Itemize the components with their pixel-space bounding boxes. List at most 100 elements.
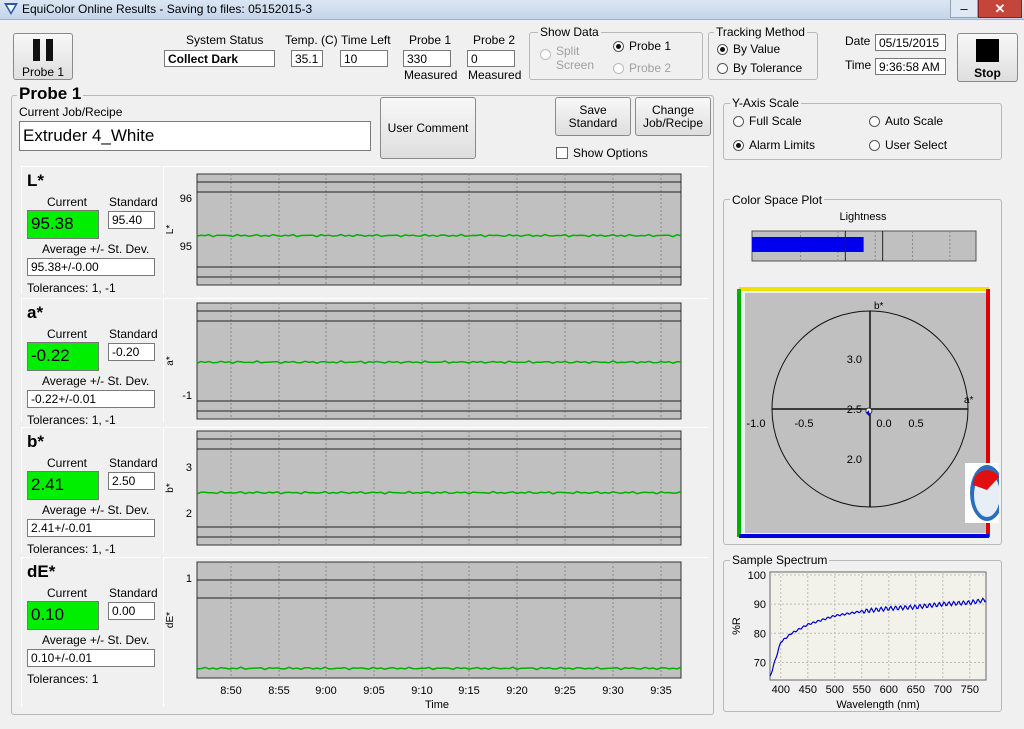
plot-area: [196, 430, 682, 546]
by-value-radio-dot: [717, 44, 728, 55]
y-axis-label: L*: [165, 225, 176, 235]
standard-value[interactable]: -0.20: [108, 343, 155, 361]
split-screen-radio-dot: [540, 49, 551, 60]
time-tick-label: 9:30: [602, 685, 623, 697]
by-tolerance-radio-dot: [717, 63, 728, 74]
time-label: Time: [845, 58, 872, 72]
plot-area: [196, 302, 682, 420]
tracking-method-title: Tracking Method: [714, 25, 807, 39]
close-button[interactable]: ✕: [978, 0, 1022, 18]
by-tolerance-label: By Tolerance: [733, 61, 803, 75]
average-label: Average +/- St. Dev.: [42, 242, 150, 256]
change-job-button[interactable]: Change Job/Recipe: [635, 97, 711, 136]
spectrum-x-tick: 450: [799, 684, 817, 696]
auto-scale-radio-dot: [869, 116, 880, 127]
current-label: Current: [47, 456, 88, 470]
temp-label: Temp. (C): [285, 33, 338, 47]
tolerances-label: Tolerances: 1, -1: [27, 281, 116, 295]
trend-chart: -1 a*: [165, 302, 682, 420]
spectrum-y-tick: 90: [754, 599, 766, 611]
user-select-label: User Select: [885, 138, 948, 152]
probe1-count-field: 330: [403, 50, 451, 67]
a-axis-label: a*: [964, 395, 974, 406]
probe2-count-label: Probe 2: [473, 33, 516, 47]
system-status-field: Collect Dark: [164, 50, 275, 67]
probe2-measured-label: Measured: [468, 68, 522, 82]
spectrum-x-tick: 550: [853, 684, 871, 696]
user-comment-button[interactable]: User Comment: [380, 97, 476, 159]
time-axis: 8:50 8:55 9:00 9:05 9:10 9:15 9:20 9:25 9:30 9:35…: [220, 685, 671, 711]
lightness-title: Lightness: [839, 211, 887, 223]
probe1-count-label: Probe 1: [409, 33, 452, 47]
time-left-field: 10: [340, 50, 388, 67]
spectrum-x-tick: 750: [961, 684, 979, 696]
plot-area: [196, 173, 682, 286]
spectrum-y-tick: 70: [754, 657, 766, 669]
full-scale-label: Full Scale: [749, 114, 802, 128]
standard-value[interactable]: 0.00: [108, 602, 155, 620]
spectrum-x-tick: 600: [880, 684, 898, 696]
spectrum-x-tick: 500: [826, 684, 844, 696]
probe-panel-title: Probe 1: [17, 84, 84, 104]
show-options-label: Show Options: [573, 146, 648, 160]
title-bar: EquiColor Online Results - Saving to fil…: [0, 0, 1024, 20]
standard-value[interactable]: 95.40: [108, 211, 155, 229]
y-tick-label: 3: [186, 462, 192, 474]
minimize-button[interactable]: –: [950, 0, 978, 18]
tolerances-label: Tolerances: 1, -1: [27, 542, 116, 556]
pause-probe-button[interactable]: Probe 1: [13, 33, 73, 80]
standard-label: Standard: [109, 586, 158, 600]
job-field[interactable]: Extruder 4_White: [19, 121, 371, 151]
a-tick-label: 0.0: [876, 418, 891, 430]
y-axis-label: a*: [165, 356, 176, 366]
a-tick-label: 0.5: [908, 418, 923, 430]
current-value: 95.38: [27, 210, 99, 239]
spectrum-x-tick: 700: [934, 684, 952, 696]
spectrum-title: Sample Spectrum: [730, 553, 830, 567]
system-status-label: System Status: [186, 33, 264, 47]
time-tick-label: 9:20: [506, 685, 527, 697]
trend-chart: 3 2 b*: [165, 430, 682, 546]
standard-label: Standard: [109, 456, 158, 470]
time-tick-label: 8:55: [268, 685, 289, 697]
b-axis-label: b*: [874, 301, 884, 312]
ab-color-plot: b* a* -1.0 -0.5 0.0 0.5 3.0 2.5 2.0: [737, 287, 999, 538]
spectrum-x-tick: 650: [907, 684, 925, 696]
standard-label: Standard: [109, 195, 158, 209]
probe-button-label: Probe 1: [21, 65, 65, 79]
show-probe1-radio-dot: [613, 41, 624, 52]
pause-icon: [33, 39, 40, 61]
average-value: -0.22+/-0.01: [27, 390, 155, 408]
time-left-label: Time Left: [341, 33, 391, 47]
date-field: 05/15/2015: [875, 34, 946, 51]
save-standard-button[interactable]: Save Standard: [555, 97, 631, 136]
spectrum-x-label: Wavelength (nm): [836, 699, 919, 710]
time-tick-label: 9:05: [363, 685, 384, 697]
tolerances-label: Tolerances: 1: [27, 672, 99, 686]
alarm-limits-radio-dot: [733, 140, 744, 151]
current-value: 0.10: [27, 601, 99, 630]
b-tick-label: 2.0: [847, 454, 862, 466]
current-value: 2.41: [27, 471, 99, 500]
time-tick-label: 9:15: [458, 685, 479, 697]
metric-name: a*: [27, 303, 44, 322]
b-tick-label: 3.0: [847, 354, 862, 366]
standard-value[interactable]: 2.50: [108, 472, 155, 490]
trend-chart: 96 95 L*: [165, 173, 682, 286]
spectrum-plot-area: [769, 571, 987, 681]
plot-area: [196, 561, 682, 679]
show-probe2-radio-dot: [613, 63, 624, 74]
stop-button[interactable]: Stop: [957, 33, 1018, 82]
app-icon: [4, 3, 18, 15]
time-tick-label: 9:35: [650, 685, 671, 697]
show-probe1-label: Probe 1: [629, 39, 672, 53]
tolerances-label: Tolerances: 1, -1: [27, 413, 116, 427]
probe2-count-field: 0: [467, 50, 515, 67]
time-tick-label: 9:25: [554, 685, 575, 697]
spectrum-y-tick: 100: [748, 570, 766, 582]
lightness-bar-chart: Lightness9092949698100: [751, 211, 977, 262]
stop-icon: [976, 39, 999, 62]
color-ball-icon: [965, 463, 999, 523]
metric-name: b*: [27, 432, 44, 451]
average-value: 0.10+/-0.01: [27, 649, 155, 667]
